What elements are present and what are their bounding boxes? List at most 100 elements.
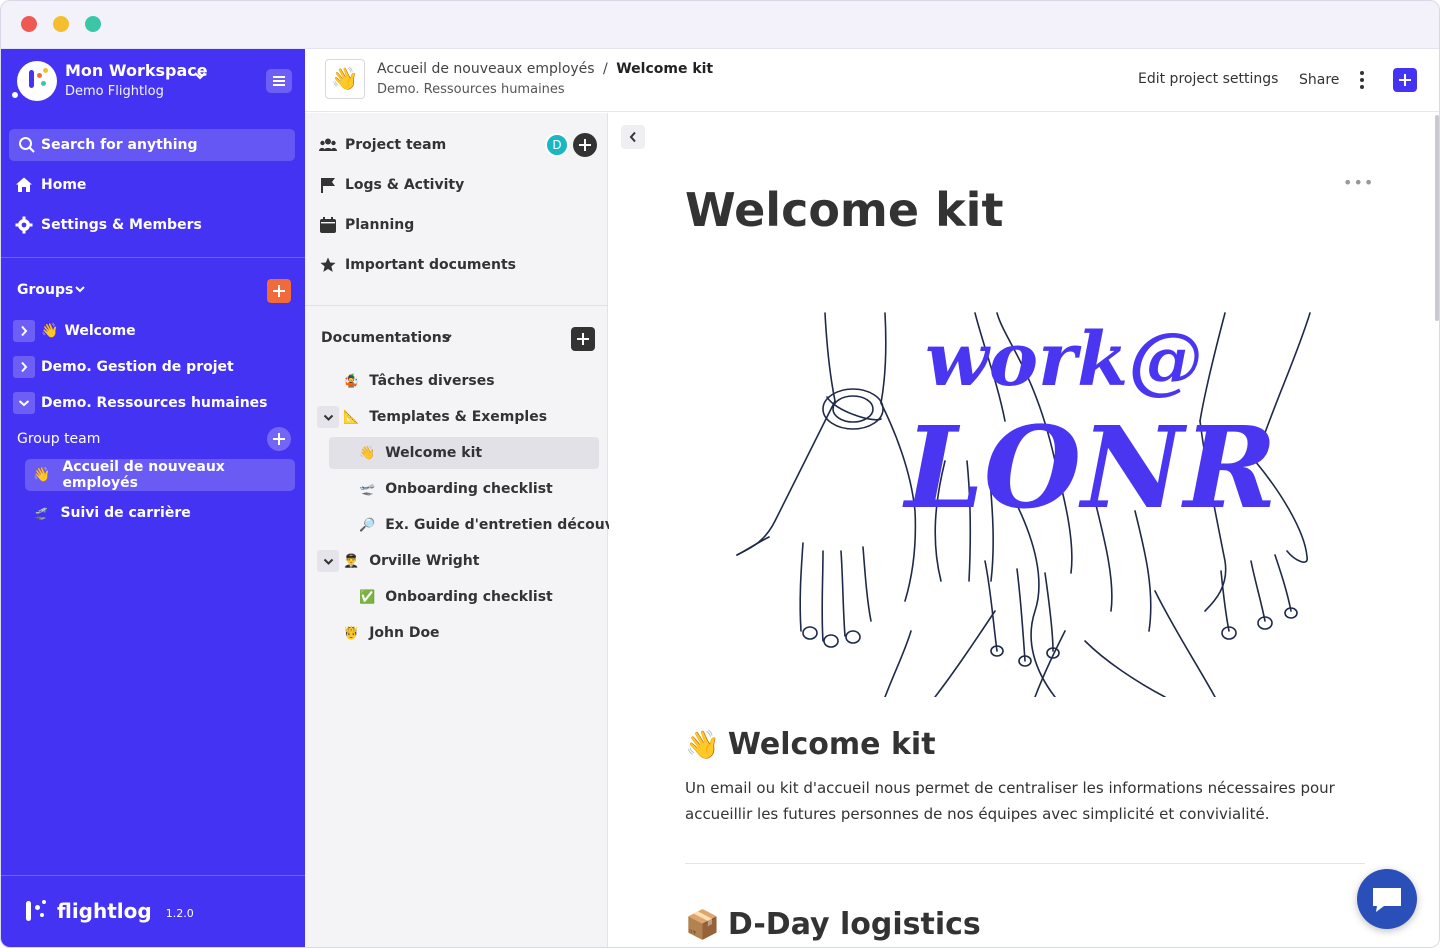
doc-guide-entretien[interactable]: 🔎 Ex. Guide d'entretien découve... bbox=[359, 513, 639, 537]
chevron-right-icon[interactable] bbox=[13, 320, 35, 342]
section-title: D-Day logistics bbox=[727, 907, 981, 942]
add-team-member-button[interactable] bbox=[573, 133, 597, 157]
status-dot-icon bbox=[10, 90, 20, 100]
breadcrumb-parent[interactable]: Accueil de nouveaux employés bbox=[377, 61, 595, 77]
add-group-button[interactable] bbox=[267, 279, 291, 303]
workspace-subtitle: Demo Flightlog bbox=[65, 84, 164, 99]
doc-onboarding-checklist[interactable]: 🛫 Onboarding checklist bbox=[359, 477, 553, 501]
document-title[interactable]: Welcome kit bbox=[685, 183, 1003, 237]
doc-label: Tâches diverses bbox=[369, 373, 495, 389]
chevron-down-icon[interactable] bbox=[317, 550, 339, 572]
illustration-text-line2: LONR bbox=[902, 403, 1277, 534]
chevron-down-icon[interactable] bbox=[13, 392, 35, 414]
doc-welcome-kit[interactable]: 👋 Welcome kit bbox=[359, 441, 482, 465]
doc-john-doe[interactable]: 🤴 John Doe bbox=[343, 621, 440, 645]
search-input[interactable]: Search for anything bbox=[9, 129, 295, 161]
documentations-title[interactable]: Documentations bbox=[321, 330, 450, 346]
flag-icon bbox=[321, 178, 335, 193]
section-welcome-kit-heading[interactable]: 👋 Welcome kit bbox=[685, 727, 936, 762]
workspace-name[interactable]: Mon Workspace bbox=[65, 61, 208, 80]
doc-emoji: 📐 bbox=[343, 409, 360, 425]
nav-home[interactable]: Home bbox=[15, 173, 86, 197]
work-at-work-illustration: work@ LONR bbox=[736, 312, 1311, 697]
sidebar: Mon Workspace Demo Flightlog Search for … bbox=[1, 49, 305, 947]
content-scrollbar[interactable] bbox=[1435, 115, 1439, 321]
package-emoji: 📦 bbox=[685, 908, 720, 941]
group-label: Demo. Gestion de projet bbox=[41, 359, 234, 375]
doc-label: John Doe bbox=[369, 625, 440, 641]
section-dday-logistics-heading[interactable]: 📦 D-Day logistics bbox=[685, 907, 981, 942]
doc-orville-wright[interactable]: 👨‍✈️ Orville Wright bbox=[343, 549, 479, 573]
project-team-item[interactable]: Project team bbox=[319, 133, 446, 157]
search-placeholder: Search for anything bbox=[41, 137, 198, 153]
sidebar-divider bbox=[1, 257, 305, 258]
nav-settings-members[interactable]: Settings & Members bbox=[15, 213, 202, 237]
close-window-button[interactable] bbox=[21, 16, 37, 32]
doc-label: Ex. Guide d'entretien découve... bbox=[385, 517, 640, 533]
project-suivi-carriere[interactable]: 🛫 Suivi de carrière bbox=[31, 501, 191, 525]
logs-activity-item[interactable]: Logs & Activity bbox=[319, 173, 464, 197]
group-ressources-humaines[interactable]: Demo. Ressources humaines bbox=[13, 391, 268, 415]
logs-activity-label: Logs & Activity bbox=[345, 177, 465, 193]
chevron-right-icon[interactable] bbox=[13, 356, 35, 378]
avatar[interactable]: D bbox=[545, 133, 569, 157]
group-emoji: 👋 bbox=[41, 323, 59, 339]
project-accueil-nouveaux-employes[interactable]: 👋 Accueil de nouveaux employés bbox=[25, 459, 295, 491]
project-panel: Project team D Logs & Activity Planning … bbox=[305, 113, 639, 947]
home-icon bbox=[16, 177, 32, 192]
breadcrumb-current: Welcome kit bbox=[616, 61, 714, 77]
more-options-icon[interactable] bbox=[1359, 71, 1365, 89]
app-window: Mon Workspace Demo Flightlog Search for … bbox=[0, 0, 1440, 948]
chevron-down-icon[interactable] bbox=[441, 331, 453, 345]
gear-icon bbox=[15, 216, 33, 234]
search-icon bbox=[19, 137, 35, 153]
important-documents-label: Important documents bbox=[345, 257, 516, 273]
doc-templates-exemples[interactable]: 📐 Templates & Exemples bbox=[343, 405, 547, 429]
chevron-down-icon[interactable] bbox=[317, 406, 339, 428]
chevron-down-icon[interactable] bbox=[74, 283, 86, 297]
minimize-window-button[interactable] bbox=[53, 16, 69, 32]
document-content: ••• Welcome kit work@ LONR 👋 Welcome kit… bbox=[609, 113, 1439, 947]
project-emoji: 🛫 bbox=[31, 505, 49, 521]
nav-home-label: Home bbox=[41, 177, 87, 193]
wave-emoji: 👋 bbox=[685, 728, 720, 761]
doc-emoji: 🛫 bbox=[359, 481, 376, 497]
group-welcome[interactable]: 👋 Welcome bbox=[13, 319, 136, 343]
project-label: Suivi de carrière bbox=[60, 505, 191, 521]
illustration-text-line1: work@ bbox=[925, 317, 1202, 403]
flightlog-logo-icon bbox=[23, 899, 49, 923]
brand-footer: flightlog 1.2.0 bbox=[23, 899, 194, 923]
add-project-button[interactable] bbox=[267, 427, 291, 451]
project-team-label: Project team bbox=[345, 137, 447, 153]
group-label: Demo. Ressources humaines bbox=[41, 395, 268, 411]
project-icon[interactable]: 👋 bbox=[325, 59, 365, 99]
edit-project-settings-button[interactable]: Edit project settings bbox=[1138, 71, 1278, 87]
doc-emoji: 🔎 bbox=[359, 517, 376, 533]
calendar-icon bbox=[320, 217, 336, 233]
add-button[interactable] bbox=[1393, 68, 1417, 92]
important-documents-item[interactable]: Important documents bbox=[319, 253, 516, 277]
maximize-window-button[interactable] bbox=[85, 16, 101, 32]
doc-onboarding-checklist-2[interactable]: ✅ Onboarding checklist bbox=[359, 585, 553, 609]
chevron-down-icon[interactable] bbox=[193, 69, 207, 85]
hamburger-menu-icon[interactable] bbox=[266, 69, 292, 93]
breadcrumb: Accueil de nouveaux employés / Welcome k… bbox=[377, 61, 713, 77]
doc-label: Templates & Exemples bbox=[369, 409, 548, 425]
nav-settings-label: Settings & Members bbox=[41, 217, 202, 233]
add-document-button[interactable] bbox=[571, 327, 595, 351]
sidebar-footer-divider bbox=[1, 875, 305, 876]
groups-title[interactable]: Groups bbox=[17, 282, 73, 298]
workspace-logo[interactable] bbox=[10, 61, 57, 101]
chat-bubble-icon bbox=[1373, 888, 1401, 912]
document-more-options-icon[interactable]: ••• bbox=[1343, 173, 1374, 192]
project-label: Accueil de nouveaux employés bbox=[62, 459, 225, 491]
section-welcome-kit-body[interactable]: Un email ou kit d'accueil nous permet de… bbox=[685, 775, 1345, 827]
doc-taches-diverses[interactable]: 🤹 Tâches diverses bbox=[343, 369, 495, 393]
share-button[interactable]: Share bbox=[1299, 72, 1339, 88]
planning-item[interactable]: Planning bbox=[319, 213, 414, 237]
chevron-left-icon bbox=[629, 131, 636, 143]
chat-support-button[interactable] bbox=[1357, 869, 1417, 929]
group-gestion-projet[interactable]: Demo. Gestion de projet bbox=[13, 355, 234, 379]
collapse-panel-button[interactable] bbox=[621, 125, 645, 149]
doc-emoji: 👨‍✈️ bbox=[343, 553, 360, 569]
